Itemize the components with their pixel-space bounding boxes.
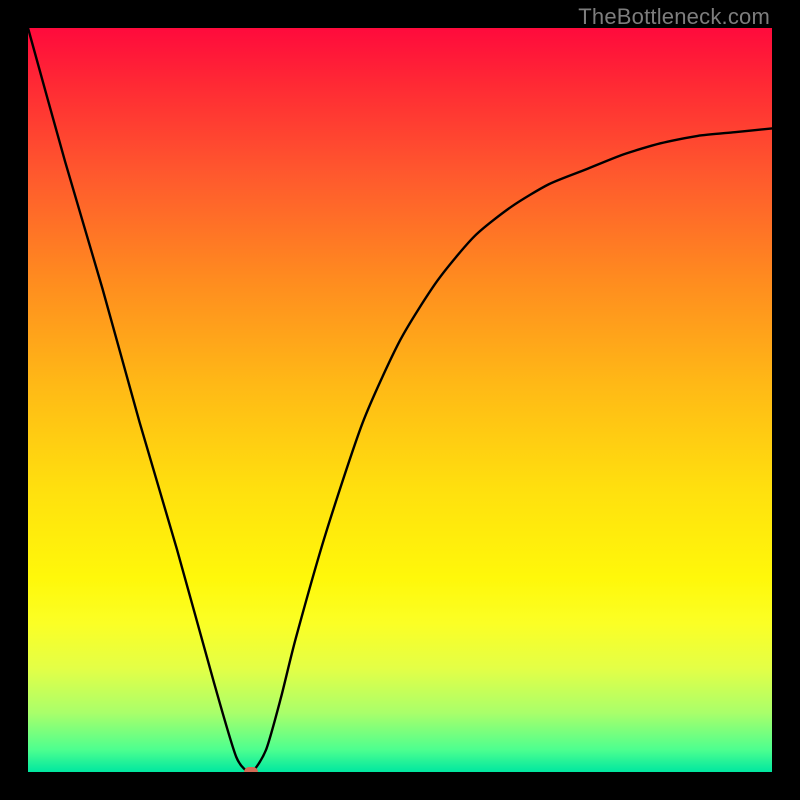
watermark-text: TheBottleneck.com: [578, 4, 770, 30]
chart-border-frame: [0, 0, 800, 800]
